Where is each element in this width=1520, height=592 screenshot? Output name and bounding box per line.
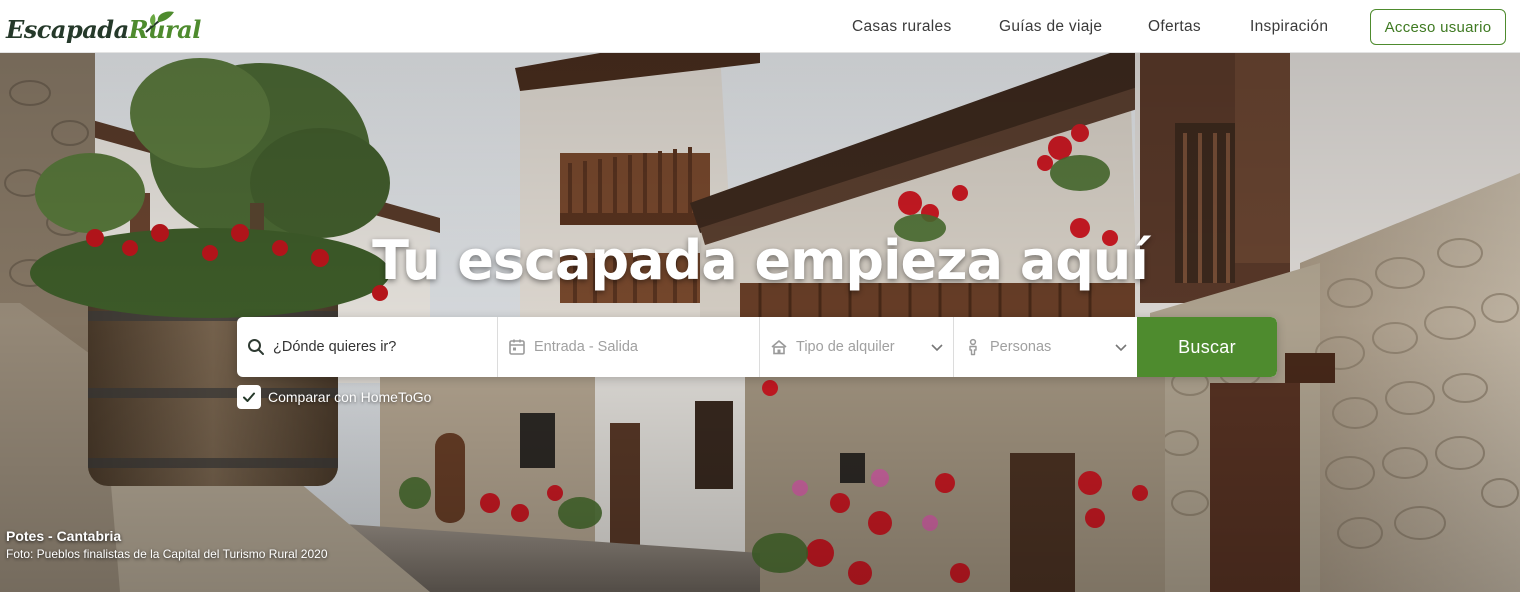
chevron-down-icon	[1115, 344, 1127, 352]
checkbox-box[interactable]	[237, 385, 261, 409]
photo-caption: Potes - Cantabria Foto: Pueblos finalist…	[6, 528, 328, 561]
dates-field[interactable]: Entrada - Salida	[498, 317, 760, 377]
nav-item-casas-rurales[interactable]: Casas rurales	[852, 0, 952, 53]
search-button[interactable]: Buscar	[1137, 317, 1277, 377]
chevron-down-icon	[931, 344, 943, 352]
nav-item-guias-de-viaje[interactable]: Guías de viaje	[999, 0, 1102, 53]
house-icon	[771, 340, 787, 355]
brand-name-part1: Escapada	[6, 15, 129, 44]
guests-select[interactable]: Personas	[954, 317, 1137, 377]
brand-logo[interactable]: Escapada Rural	[6, 10, 201, 44]
photo-credit: Foto: Pueblos finalistas de la Capital d…	[6, 547, 328, 561]
calendar-icon	[509, 339, 525, 355]
nav-label[interactable]: Inspiración	[1250, 18, 1328, 36]
destination-field[interactable]: ¿Dónde quieres ir?	[237, 317, 498, 377]
nav-label[interactable]: Casas rurales	[852, 18, 952, 36]
hero-title: Tu escapada empieza aquí	[372, 229, 1149, 292]
nav-label[interactable]: Guías de viaje	[999, 18, 1102, 36]
guests-placeholder: Personas	[990, 339, 1052, 355]
nav-item-ofertas[interactable]: Ofertas	[1148, 0, 1201, 53]
compare-hometogo-checkbox[interactable]: Comparar con HomeToGo	[237, 385, 431, 409]
dates-placeholder: Entrada - Salida	[534, 339, 638, 355]
destination-placeholder: ¿Dónde quieres ir?	[273, 339, 397, 355]
nav-item-inspiracion[interactable]: Inspiración	[1250, 0, 1328, 53]
search-icon	[248, 339, 264, 355]
check-icon	[243, 392, 255, 402]
leaf-icon	[145, 11, 174, 33]
person-icon	[969, 338, 977, 356]
rental-type-select[interactable]: Tipo de alquiler	[760, 317, 954, 377]
photo-location: Potes - Cantabria	[6, 528, 122, 544]
search-bar: ¿Dónde quieres ir? Entrada - Salida Tipo…	[237, 317, 1277, 377]
nav-label[interactable]: Ofertas	[1148, 18, 1201, 36]
login-button[interactable]: Acceso usuario	[1370, 9, 1506, 45]
hero-section: Tu escapada empieza aquí ¿Dónde quieres …	[0, 53, 1520, 592]
top-header: Escapada Rural Casas rurales Guías de via…	[0, 0, 1520, 53]
compare-label: Comparar con HomeToGo	[268, 389, 432, 405]
rental-type-placeholder: Tipo de alquiler	[796, 339, 895, 355]
